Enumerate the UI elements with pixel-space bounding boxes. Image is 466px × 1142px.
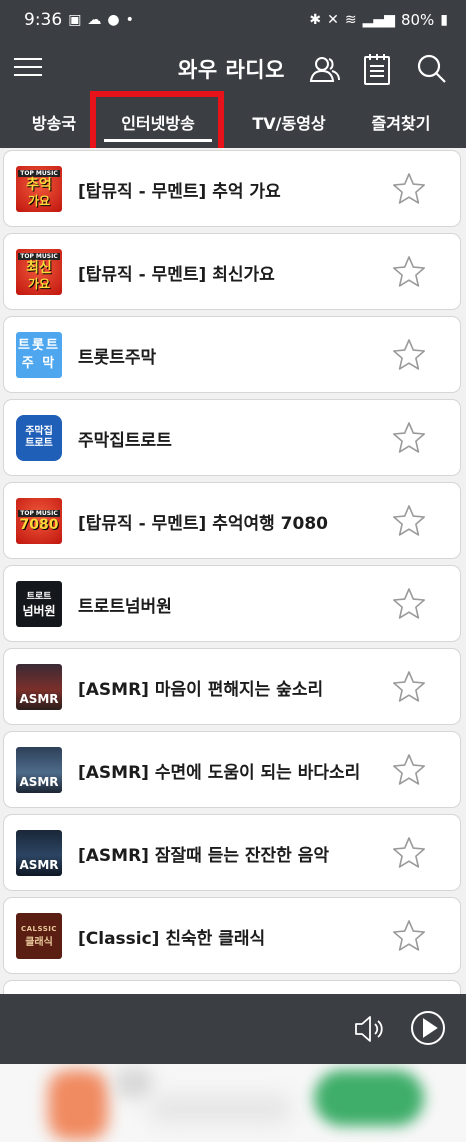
favorite-star-icon[interactable] (391, 586, 427, 622)
station-thumbnail: ASMR (16, 830, 62, 876)
play-circle-icon[interactable] (410, 1010, 446, 1046)
status-bar: 9:36 ▣ ☁ ● • ✱ ✕ ≋ ▂▄▆ 80% ▮ (0, 0, 466, 40)
station-list-item[interactable]: ASMR [ASMR] 수면에 도움이 되는 바다소리 (3, 731, 461, 808)
search-icon[interactable] (414, 52, 448, 86)
ad-image (116, 1068, 152, 1098)
battery-icon: ▮ (440, 12, 448, 28)
user-profile-icon[interactable] (308, 52, 342, 86)
station-thumbnail: TOP MUSIC 최신 가요 (16, 249, 62, 295)
station-thumbnail: TOP MUSIC 추억 가요 (16, 166, 62, 212)
station-title: [ASMR] 잠잘때 듣는 잔잔한 음악 (78, 846, 330, 866)
station-title: [ASMR] 마음이 편해지는 숲소리 (78, 680, 324, 700)
cloud-notification-icon: ☁ (87, 12, 102, 28)
favorite-star-icon[interactable] (391, 420, 427, 456)
tab-tv-video[interactable]: TV/동영상 (246, 100, 332, 148)
station-thumbnail: 트롯트 주 막 (16, 332, 62, 378)
station-title: 주막집트로트 (78, 431, 172, 451)
station-list-item[interactable]: ASMR [ASMR] 마음이 편해지는 숲소리 (3, 648, 461, 725)
favorite-star-icon[interactable] (391, 337, 427, 373)
station-thumbnail: CALSSIC 클래식 (16, 913, 62, 959)
talk-notification-icon: ● (107, 12, 120, 28)
mute-icon: ✕ (327, 12, 339, 28)
battery-level: 80% (400, 11, 435, 29)
station-list-item[interactable]: 트롯트 주 막 트롯트주막 (3, 316, 461, 393)
favorite-star-icon[interactable] (391, 503, 427, 539)
favorite-star-icon[interactable] (391, 835, 427, 871)
wifi-icon: ≋ (344, 12, 357, 28)
station-list-item-partial[interactable] (3, 980, 461, 994)
station-title: 트롯트주막 (78, 348, 157, 368)
station-title: [Classic] 친숙한 클래식 (78, 929, 266, 949)
favorite-star-icon[interactable] (391, 171, 427, 207)
app-header: 와우 라디오 (0, 40, 466, 100)
station-thumbnail: ASMR (16, 747, 62, 793)
station-list-item[interactable]: TOP MUSIC 추억 가요 [탑뮤직 - 무멘트] 추억 가요 (3, 150, 461, 227)
station-title: [탑뮤직 - 무멘트] 최신가요 (78, 265, 275, 285)
station-list-item[interactable]: CALSSIC 클래식 [Classic] 친숙한 클래식 (3, 897, 461, 974)
gallery-notification-icon: ▣ (68, 12, 82, 28)
schedule-notepad-icon[interactable] (360, 52, 394, 86)
more-notifications-icon: • (125, 12, 134, 28)
station-thumbnail: TOP MUSIC 7080 (16, 498, 62, 544)
ad-text (150, 1094, 290, 1124)
station-list-item[interactable]: TOP MUSIC 최신 가요 [탑뮤직 - 무멘트] 최신가요 (3, 233, 461, 310)
station-title: 트로트넘버원 (78, 597, 172, 617)
player-bar (0, 994, 466, 1064)
app-title: 와우 라디오 (178, 58, 285, 82)
status-right: ✱ ✕ ≋ ▂▄▆ 80% ▮ (309, 11, 448, 29)
favorite-star-icon[interactable] (391, 918, 427, 954)
tab-broadcast-station[interactable]: 방송국 (22, 100, 86, 148)
tab-bar: 방송국 인터넷방송 TV/동영상 즐겨찾기 (0, 100, 466, 148)
station-title: [탑뮤직 - 무멘트] 추억 가요 (78, 182, 281, 202)
hamburger-menu-icon[interactable] (14, 58, 42, 80)
favorite-star-icon[interactable] (391, 752, 427, 788)
station-thumbnail: 주막집 트로트 (16, 415, 62, 461)
station-list-item[interactable]: ASMR [ASMR] 잠잘때 듣는 잔잔한 음악 (3, 814, 461, 891)
station-title: [ASMR] 수면에 도움이 되는 바다소리 (78, 763, 361, 783)
bluetooth-icon: ✱ (309, 12, 322, 28)
tab-favorites[interactable]: 즐겨찾기 (366, 100, 436, 148)
favorite-star-icon[interactable] (391, 254, 427, 290)
favorite-star-icon[interactable] (391, 669, 427, 705)
station-list[interactable]: TOP MUSIC 추억 가요 [탑뮤직 - 무멘트] 추억 가요 TOP MU… (0, 148, 466, 994)
station-title: [탑뮤직 - 무멘트] 추억여행 7080 (78, 514, 328, 534)
station-thumbnail: ASMR (16, 664, 62, 710)
station-list-item[interactable]: 트로트 넘버원 트로트넘버원 (3, 565, 461, 642)
volume-icon[interactable] (352, 1012, 386, 1046)
ad-cta-button[interactable] (314, 1070, 424, 1126)
ad-image (48, 1070, 108, 1140)
station-list-item[interactable]: TOP MUSIC 7080 [탑뮤직 - 무멘트] 추억여행 7080 (3, 482, 461, 559)
status-left: 9:36 ▣ ☁ ● • (24, 10, 134, 30)
status-time: 9:36 (24, 10, 63, 30)
signal-icon: ▂▄▆ (362, 12, 395, 28)
station-list-item[interactable]: 주막집 트로트 주막집트로트 (3, 399, 461, 476)
advertisement-banner[interactable] (0, 1064, 466, 1142)
station-thumbnail: 트로트 넘버원 (16, 581, 62, 627)
